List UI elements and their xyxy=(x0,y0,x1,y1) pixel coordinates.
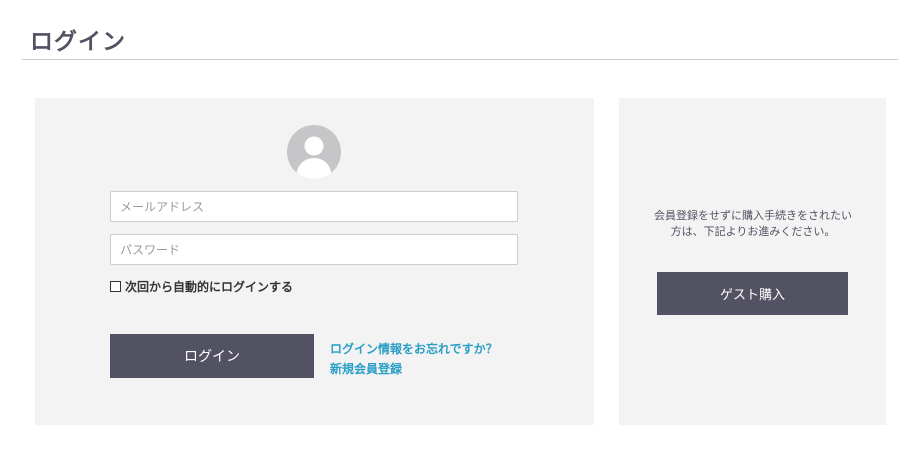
login-button[interactable]: ログイン xyxy=(110,334,314,378)
guest-panel: 会員登録をせずに購入手続きをされたい方は、下記よりお進みください。 ゲスト購入 xyxy=(619,98,886,425)
page-title: ログイン xyxy=(30,29,126,55)
user-avatar-icon xyxy=(287,125,341,179)
guest-description: 会員登録をせずに購入手続きをされたい方は、下記よりお進みください。 xyxy=(654,209,852,238)
password-field[interactable] xyxy=(110,234,518,265)
checkbox-unchecked-icon[interactable] xyxy=(110,281,121,292)
login-panel: 次回から自動的にログインする ログイン ログイン情報をお忘れですか？ 新規会員登… xyxy=(35,98,594,425)
remember-me-checkbox[interactable]: 次回から自動的にログインする xyxy=(110,278,293,295)
title-divider xyxy=(22,59,898,60)
remember-me-label: 次回から自動的にログインする xyxy=(125,280,294,294)
forgot-password-link[interactable]: ログイン情報をお忘れですか？ xyxy=(330,340,498,357)
register-link[interactable]: 新規会員登録 xyxy=(330,360,402,377)
guest-purchase-button[interactable]: ゲスト購入 xyxy=(657,272,848,315)
email-field[interactable] xyxy=(110,191,518,222)
